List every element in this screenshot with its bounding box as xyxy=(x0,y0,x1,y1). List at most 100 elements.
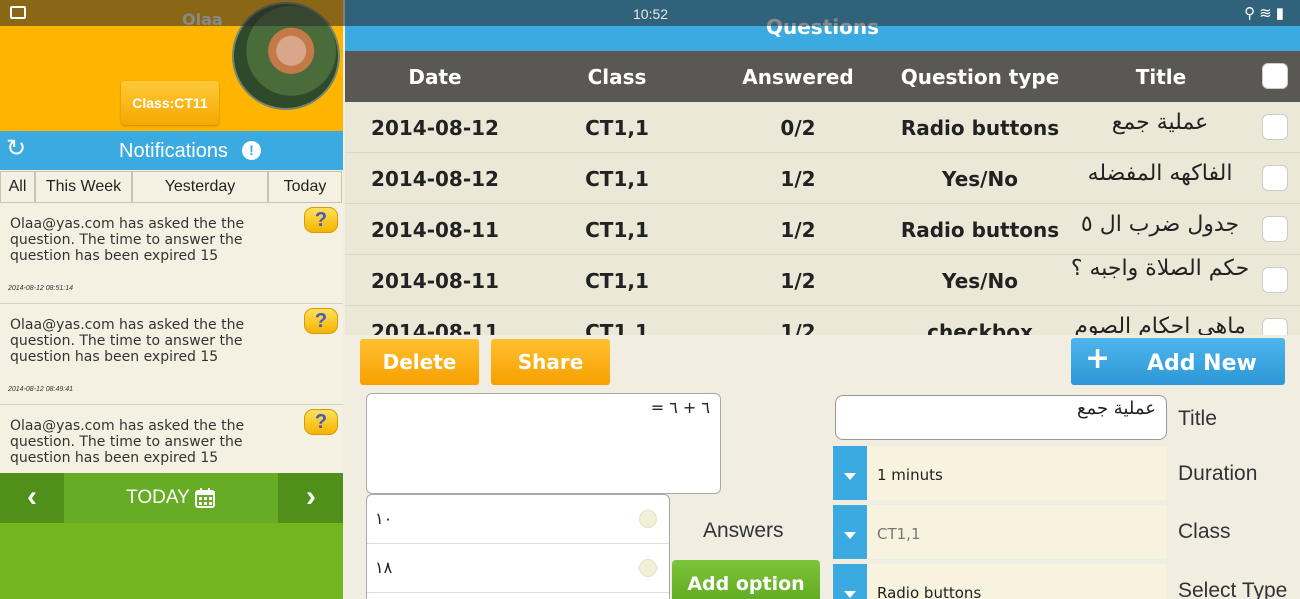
refresh-icon[interactable]: ↻ xyxy=(6,137,26,161)
cell-type: Yes/No xyxy=(942,269,1018,293)
notification-timestamp: 2014-08-12 08:51:14 xyxy=(8,285,73,292)
question-mark-icon: ? xyxy=(304,409,338,435)
tab-all[interactable]: All xyxy=(0,171,35,203)
cell-title: جدول ضرب ال ٥ xyxy=(1080,212,1240,237)
class-button[interactable]: Class:CT11 xyxy=(121,81,219,125)
column-answered[interactable]: Answered xyxy=(738,65,858,89)
answers-list[interactable]: ١٠ ١٨ xyxy=(366,494,670,599)
tab-yesterday[interactable]: Yesterday xyxy=(132,171,268,203)
notifications-title: Notifications xyxy=(119,140,228,162)
delete-button[interactable]: Delete xyxy=(360,339,479,385)
share-button[interactable]: Share xyxy=(491,339,610,385)
answers-label: Answers xyxy=(703,519,784,542)
notification-item[interactable]: Olaa@yas.com has asked the the question.… xyxy=(0,203,343,304)
notification-timestamp: 2014-08-12 08:49:41 xyxy=(8,386,73,393)
cell-answered: 1/2 xyxy=(780,269,816,293)
gallery-notification-icon xyxy=(10,6,26,19)
duration-value: 1 minuts xyxy=(877,466,943,484)
table-row[interactable]: 2014-08-11 CT1,1 1/2 checkbox ماهي احكام… xyxy=(345,306,1300,335)
column-class[interactable]: Class xyxy=(557,65,677,89)
tab-today[interactable]: Today xyxy=(268,171,342,203)
table-header: Date Class Answered Question type Title xyxy=(345,51,1300,102)
duration-label: Duration xyxy=(1178,462,1258,485)
question-mark-icon: ? xyxy=(304,308,338,334)
type-value: Radio buttons xyxy=(877,584,982,599)
answer-radio[interactable] xyxy=(639,559,657,577)
cell-class: CT1,1 xyxy=(585,269,649,293)
duration-select[interactable]: 1 minuts xyxy=(833,446,1167,500)
today-label: TODAY xyxy=(126,487,190,508)
cell-title: ماهي احكام الصوم xyxy=(1074,314,1246,336)
column-title[interactable]: Title xyxy=(1101,65,1221,89)
table-row[interactable]: 2014-08-11 CT1,1 1/2 Radio buttons جدول … xyxy=(345,204,1300,255)
column-question-type[interactable]: Question type xyxy=(890,65,1070,89)
cell-type: Radio buttons xyxy=(900,218,1060,242)
column-date[interactable]: Date xyxy=(375,65,495,89)
left-footer xyxy=(0,523,343,599)
table-row[interactable]: 2014-08-12 CT1,1 0/2 Radio buttons عملية… xyxy=(345,102,1300,153)
cell-answered: 1/2 xyxy=(780,167,816,191)
cell-date: 2014-08-12 xyxy=(371,116,499,140)
left-panel: Olaa Class:CT11 ↻ Notifications ! All Th… xyxy=(0,0,343,599)
select-all-checkbox[interactable] xyxy=(1262,63,1288,89)
table-row[interactable]: 2014-08-12 CT1,1 1/2 Yes/No الفاكهه المف… xyxy=(345,153,1300,204)
cell-type: Radio buttons xyxy=(900,116,1060,140)
add-new-button[interactable]: + Add New xyxy=(1071,338,1285,385)
cell-date: 2014-08-12 xyxy=(371,167,499,191)
previous-day-button[interactable]: ‹ xyxy=(0,473,64,523)
table-row[interactable]: 2014-08-11 CT1,1 1/2 Yes/No حكم الصلاة و… xyxy=(345,255,1300,306)
cell-answered: 1/2 xyxy=(780,320,816,335)
notification-message: Olaa@yas.com has asked the the question.… xyxy=(10,216,245,264)
notification-message: Olaa@yas.com has asked the the question.… xyxy=(10,317,245,365)
row-checkbox[interactable] xyxy=(1262,318,1288,335)
cell-class: CT1,1 xyxy=(585,167,649,191)
cell-class: CT1,1 xyxy=(585,218,649,242)
answer-option[interactable]: ١٨ xyxy=(367,544,669,593)
answer-radio[interactable] xyxy=(639,510,657,528)
plus-icon: + xyxy=(1085,341,1111,376)
status-bar: 10:52 ⚲≋▮ xyxy=(0,0,1300,26)
battery-icon: ▮ xyxy=(1275,5,1288,22)
location-icon: ⚲ xyxy=(1244,5,1260,22)
row-checkbox[interactable] xyxy=(1262,267,1288,293)
cell-date: 2014-08-11 xyxy=(371,320,499,335)
question-text-input[interactable]: ٦ + ٦ = xyxy=(366,393,721,494)
alert-icon[interactable]: ! xyxy=(242,141,261,160)
cell-class: CT1,1 xyxy=(585,116,649,140)
notification-list[interactable]: Olaa@yas.com has asked the the question.… xyxy=(0,203,343,473)
today-button[interactable]: TODAY xyxy=(64,473,278,523)
class-value: CT1,1 xyxy=(877,525,921,543)
type-select[interactable]: Radio buttons xyxy=(833,564,1167,599)
chevron-down-icon[interactable] xyxy=(833,564,867,599)
calendar-icon xyxy=(194,488,215,508)
chevron-down-icon[interactable] xyxy=(833,505,867,559)
class-select[interactable]: CT1,1 xyxy=(833,505,1167,559)
question-mark-icon: ? xyxy=(304,207,338,233)
cell-date: 2014-08-11 xyxy=(371,269,499,293)
cell-answered: 0/2 xyxy=(780,116,816,140)
title-label: Title xyxy=(1178,407,1217,430)
answer-option[interactable]: ١٠ xyxy=(367,495,669,544)
questions-table[interactable]: 2014-08-12 CT1,1 0/2 Radio buttons عملية… xyxy=(345,102,1300,335)
date-navigation: ‹ TODAY › xyxy=(0,473,343,523)
notification-filter-tabs: All This Week Yesterday Today xyxy=(0,170,343,203)
notification-item[interactable]: Olaa@yas.com has asked the the question.… xyxy=(0,304,343,405)
next-day-button[interactable]: › xyxy=(279,473,343,523)
cell-title: حكم الصلاة واجبه ؟ xyxy=(1070,256,1250,281)
row-checkbox[interactable] xyxy=(1262,114,1288,140)
questions-panel: Questions Date Class Answered Question t… xyxy=(345,0,1300,599)
wifi-icon: ≋ xyxy=(1259,5,1276,22)
title-field[interactable]: عملية جمع xyxy=(835,395,1167,440)
row-checkbox[interactable] xyxy=(1262,165,1288,191)
status-time: 10:52 xyxy=(633,6,669,22)
cell-answered: 1/2 xyxy=(780,218,816,242)
status-icons: ⚲≋▮ xyxy=(1244,4,1288,22)
tab-this-week[interactable]: This Week xyxy=(35,171,132,203)
add-option-button[interactable]: Add option xyxy=(672,560,820,599)
cell-type: checkbox xyxy=(927,320,1033,335)
row-checkbox[interactable] xyxy=(1262,216,1288,242)
chevron-down-icon[interactable] xyxy=(833,446,867,500)
cell-class: CT1,1 xyxy=(585,320,649,335)
notification-message: Olaa@yas.com has asked the the question.… xyxy=(10,418,245,466)
notification-item[interactable]: Olaa@yas.com has asked the the question.… xyxy=(0,405,343,473)
